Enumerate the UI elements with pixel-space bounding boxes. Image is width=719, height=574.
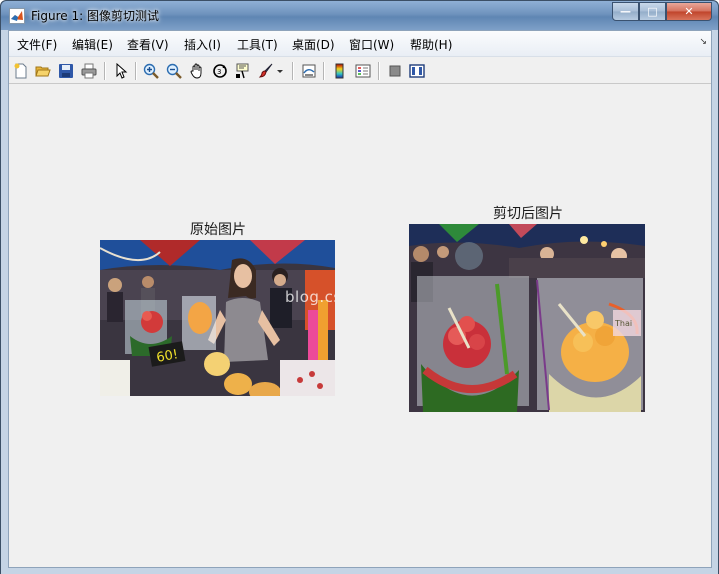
toolbar-separator — [323, 62, 324, 80]
title-bar[interactable]: Figure 1: 图像剪切测试 — □ ✕ — [1, 1, 718, 30]
link-plot-icon[interactable] — [299, 61, 319, 81]
watermark-text: blog.csdn.net/ — [285, 288, 335, 306]
rotate-3d-icon[interactable]: 3 — [210, 61, 230, 81]
figure-canvas[interactable]: 原始图片 60! blog.c 剪切后图片 Thai — [9, 85, 711, 567]
minimize-button[interactable]: — — [612, 2, 639, 21]
data-cursor-icon[interactable] — [233, 61, 253, 81]
window-title: Figure 1: 图像剪切测试 — [31, 9, 159, 23]
new-figure-icon[interactable] — [11, 61, 31, 81]
menu-insert[interactable]: 插入(I) — [184, 36, 221, 53]
menu-help[interactable]: 帮助(H) — [410, 36, 452, 53]
insert-colorbar-icon[interactable] — [330, 61, 350, 81]
svg-text:3: 3 — [217, 68, 221, 76]
original-image-title: 原始图片 — [190, 222, 246, 238]
menu-view[interactable]: 查看(V) — [127, 36, 169, 53]
toolbar-separator — [135, 62, 136, 80]
minimize-icon: — — [620, 5, 631, 18]
hide-plot-tools-icon[interactable] — [385, 61, 405, 81]
menu-window[interactable]: 窗口(W) — [349, 36, 394, 53]
dock-figure-icon[interactable]: ↘ — [699, 37, 707, 47]
figure-client-area: 文件(F) 编辑(E) 查看(V) 插入(I) 工具(T) 桌面(D) 窗口(W… — [8, 30, 712, 568]
matlab-logo-icon — [9, 8, 25, 24]
toolbar-separator — [104, 62, 105, 80]
show-plot-tools-icon[interactable] — [407, 61, 427, 81]
toolbar-separator — [378, 62, 379, 80]
edit-plot-arrow-icon[interactable] — [111, 61, 131, 81]
cropped-image[interactable]: Thai — [409, 224, 645, 412]
brush-icon[interactable] — [256, 61, 276, 81]
open-file-icon[interactable] — [33, 61, 53, 81]
toolbar-separator — [292, 62, 293, 80]
zoom-in-icon[interactable] — [141, 61, 161, 81]
menu-file[interactable]: 文件(F) — [17, 36, 57, 53]
close-button[interactable]: ✕ — [666, 2, 712, 21]
brush-dropdown-icon[interactable] — [275, 61, 285, 81]
maximize-icon: □ — [647, 5, 658, 18]
menu-tools[interactable]: 工具(T) — [237, 36, 278, 53]
zoom-out-icon[interactable] — [164, 61, 184, 81]
pan-hand-icon[interactable] — [187, 61, 207, 81]
cup-label-text: Thai — [614, 319, 632, 328]
figure-toolbar: 3 — [9, 58, 711, 84]
insert-legend-icon[interactable] — [353, 61, 373, 81]
menu-edit[interactable]: 编辑(E) — [72, 36, 113, 53]
save-figure-icon[interactable] — [56, 61, 76, 81]
maximize-button[interactable]: □ — [639, 2, 666, 21]
close-icon: ✕ — [684, 5, 694, 18]
original-image[interactable]: 60! blog.csdn.net/ — [100, 240, 335, 396]
window-bottom-border — [1, 568, 718, 574]
menu-desktop[interactable]: 桌面(D) — [292, 36, 335, 53]
print-figure-icon[interactable] — [79, 61, 99, 81]
menu-bar: 文件(F) 编辑(E) 查看(V) 插入(I) 工具(T) 桌面(D) 窗口(W… — [9, 31, 711, 57]
cropped-image-title: 剪切后图片 — [493, 206, 563, 222]
figure-window: Figure 1: 图像剪切测试 — □ ✕ 文件(F) 编辑(E) 查看(V)… — [0, 0, 719, 574]
